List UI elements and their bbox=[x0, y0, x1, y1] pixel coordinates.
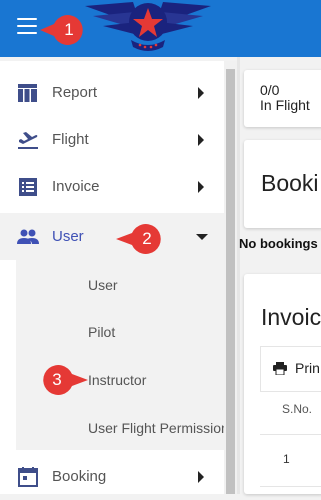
table-divider bbox=[260, 486, 321, 487]
nav-flight-label: Flight bbox=[52, 131, 89, 148]
calendar-icon bbox=[18, 466, 38, 487]
print-button[interactable]: Prin bbox=[260, 346, 321, 392]
nav-invoice[interactable]: Invoice bbox=[0, 163, 224, 210]
chevron-right-icon bbox=[198, 470, 204, 483]
submenu-user-flight-permission[interactable]: User Flight Permission bbox=[16, 404, 229, 451]
nav-invoice-label: Invoice bbox=[52, 178, 100, 195]
in-flight-card: 0/0 In Flight bbox=[244, 70, 321, 127]
submenu-user[interactable]: User bbox=[16, 261, 224, 308]
no-bookings-text: No bookings bbox=[239, 236, 318, 251]
print-label: Prin bbox=[295, 360, 320, 376]
submenu-instructor-label: Instructor bbox=[88, 372, 147, 388]
invoices-card: Invoic Prin S.No. 1 bbox=[244, 274, 321, 494]
chevron-right-icon bbox=[198, 133, 204, 146]
people-icon bbox=[17, 229, 39, 244]
annotation-callout: 1 bbox=[40, 14, 84, 45]
winged-star-logo bbox=[85, 2, 211, 51]
table-divider bbox=[260, 434, 321, 435]
annotation-callout: 2 bbox=[116, 224, 162, 254]
nav-flight[interactable]: Flight bbox=[0, 116, 224, 163]
flight-takeoff-icon bbox=[18, 131, 38, 149]
hamburger-icon[interactable] bbox=[17, 18, 37, 34]
submenu-pilot[interactable]: Pilot bbox=[16, 308, 224, 355]
in-flight-label: In Flight bbox=[260, 97, 310, 113]
nav-booking[interactable]: Booking bbox=[0, 453, 224, 500]
chevron-right-icon bbox=[198, 180, 204, 193]
in-flight-count: 0/0 bbox=[260, 82, 280, 98]
table-cell-sno: 1 bbox=[283, 452, 290, 466]
bookings-title: Booki bbox=[261, 170, 319, 196]
nav-user-label: User bbox=[52, 228, 84, 245]
submenu-user-flight-permission-label: User Flight Permission bbox=[88, 420, 229, 436]
submenu-user-label: User bbox=[88, 277, 118, 293]
print-icon bbox=[273, 362, 287, 375]
nav-report-label: Report bbox=[52, 84, 98, 101]
list-icon bbox=[19, 177, 37, 196]
submenu-pilot-label: Pilot bbox=[88, 324, 116, 340]
chevron-down-icon bbox=[196, 233, 208, 240]
sidebar-scrollbar[interactable] bbox=[224, 61, 237, 494]
nav-booking-label: Booking bbox=[52, 468, 107, 485]
table-icon bbox=[18, 83, 37, 102]
annotation-callout: 3 bbox=[42, 365, 88, 395]
nav-user[interactable]: User bbox=[0, 213, 224, 260]
invoices-title: Invoic bbox=[261, 304, 321, 330]
user-submenu: User Pilot Instructor User Flight Permis… bbox=[16, 259, 229, 451]
chevron-right-icon bbox=[198, 86, 204, 99]
nav-report[interactable]: Report bbox=[0, 69, 224, 116]
column-header-sno: S.No. bbox=[282, 402, 313, 416]
divider bbox=[237, 57, 240, 494]
bookings-card: Booki bbox=[244, 140, 321, 228]
scrollbar-thumb[interactable] bbox=[226, 69, 235, 494]
